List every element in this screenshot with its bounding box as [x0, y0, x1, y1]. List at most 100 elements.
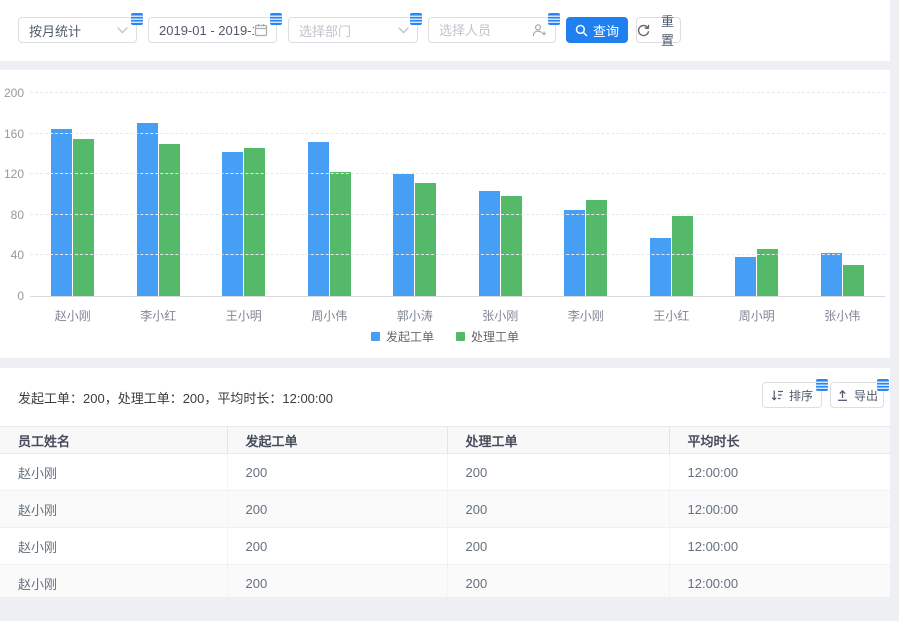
stat-type-select[interactable]: 按月统计	[18, 17, 137, 43]
bar-处理工单[interactable]	[159, 144, 180, 296]
bar-发起工单[interactable]	[51, 129, 72, 296]
table-cell: 200	[227, 528, 447, 565]
x-axis-label: 张小伟	[800, 307, 886, 324]
person-add-icon	[532, 23, 547, 37]
bar-处理工单[interactable]	[244, 148, 265, 296]
bar-发起工单[interactable]	[308, 142, 329, 296]
department-select[interactable]: 选择部门	[288, 17, 418, 43]
annotation-badge-icon	[270, 13, 282, 25]
annotation-badge-icon	[131, 13, 143, 25]
bar-group	[372, 94, 458, 296]
x-axis-label: 王小红	[629, 307, 715, 324]
chevron-down-icon	[398, 27, 409, 34]
calendar-icon	[254, 23, 268, 37]
legend-item[interactable]: 发起工单	[371, 328, 434, 345]
table-panel: 发起工单：200，处理工单：200，平均时长：12:00:00 排序 导出	[0, 368, 890, 597]
bar-处理工单[interactable]	[501, 196, 522, 296]
bar-group	[629, 94, 715, 296]
bar-发起工单[interactable]	[479, 191, 500, 296]
annotation-badge-icon	[877, 379, 889, 391]
table-cell: 200	[447, 565, 669, 598]
query-button-label: 查询	[593, 21, 619, 40]
gridline	[30, 92, 885, 93]
y-tick-label: 80	[11, 208, 24, 222]
gridline	[30, 173, 885, 174]
filter-toolbar: 按月统计 选择部门	[0, 0, 890, 61]
export-button[interactable]: 导出	[830, 382, 884, 408]
table-cell: 200	[227, 454, 447, 491]
table-cell: 赵小刚	[0, 565, 227, 598]
sort-button[interactable]: 排序	[762, 382, 822, 408]
annotation-badge-icon	[410, 13, 422, 25]
table-cell: 赵小刚	[0, 454, 227, 491]
sort-icon	[771, 389, 784, 402]
date-range-input[interactable]	[148, 17, 277, 43]
bar-处理工单[interactable]	[415, 183, 436, 296]
x-axis-label: 张小刚	[458, 307, 544, 324]
legend-swatch-icon	[456, 332, 465, 341]
person-field[interactable]	[439, 23, 532, 38]
bar-发起工单[interactable]	[137, 123, 158, 296]
y-tick-label: 0	[17, 289, 24, 303]
x-axis: 赵小刚李小红王小明周小伟郭小涛张小刚李小刚王小红周小明张小伟	[30, 307, 885, 324]
bar-发起工单[interactable]	[735, 257, 756, 296]
bar-group	[287, 94, 373, 296]
x-axis-label: 周小明	[714, 307, 800, 324]
annotation-badge-icon	[816, 379, 828, 391]
bar-处理工单[interactable]	[330, 172, 351, 296]
stats-table: 员工姓名发起工单处理工单平均时长 赵小刚20020012:00:00赵小刚200…	[0, 426, 890, 597]
bar-处理工单[interactable]	[843, 265, 864, 296]
column-header: 发起工单	[227, 427, 447, 454]
x-axis-label: 赵小刚	[30, 307, 116, 324]
column-header: 员工姓名	[0, 427, 227, 454]
x-axis-label: 李小刚	[543, 307, 629, 324]
y-axis: 04080120160200	[0, 94, 24, 297]
export-button-label: 导出	[854, 387, 878, 404]
bar-发起工单[interactable]	[650, 238, 671, 296]
bar-处理工单[interactable]	[73, 139, 94, 296]
y-tick-label: 160	[4, 127, 24, 141]
table-cell: 200	[227, 565, 447, 598]
department-placeholder: 选择部门	[299, 21, 351, 40]
date-range-value[interactable]	[159, 23, 254, 38]
y-tick-label: 40	[11, 248, 24, 262]
chevron-down-icon	[117, 27, 128, 34]
gridline	[30, 214, 885, 215]
table-row: 赵小刚20020012:00:00	[0, 454, 890, 491]
bar-group	[543, 94, 629, 296]
table-row: 赵小刚20020012:00:00	[0, 491, 890, 528]
bar-发起工单[interactable]	[564, 210, 585, 296]
table-cell: 200	[447, 491, 669, 528]
bar-处理工单[interactable]	[757, 249, 778, 296]
y-tick-label: 120	[4, 167, 24, 181]
bar-group	[201, 94, 287, 296]
table-cell: 赵小刚	[0, 491, 227, 528]
bar-group	[458, 94, 544, 296]
table-row: 赵小刚20020012:00:00	[0, 565, 890, 598]
table-cell: 200	[447, 528, 669, 565]
x-axis-label: 郭小涛	[372, 307, 458, 324]
bar-发起工单[interactable]	[821, 253, 842, 296]
table-cell: 12:00:00	[669, 565, 890, 598]
bar-处理工单[interactable]	[672, 216, 693, 296]
gridline	[30, 254, 885, 255]
export-icon	[836, 389, 849, 402]
table-cell: 200	[447, 454, 669, 491]
bar-group	[30, 94, 116, 296]
bar-group	[714, 94, 800, 296]
person-input[interactable]	[428, 17, 556, 43]
bars-row	[30, 94, 885, 296]
legend-label: 发起工单	[386, 328, 434, 345]
search-icon	[575, 24, 588, 37]
bar-group	[800, 94, 886, 296]
stat-type-value: 按月统计	[29, 21, 81, 40]
summary-text: 发起工单：200，处理工单：200，平均时长：12:00:00	[18, 388, 333, 407]
reset-button[interactable]: 重置	[636, 17, 681, 43]
legend-item[interactable]: 处理工单	[456, 328, 519, 345]
column-header: 处理工单	[447, 427, 669, 454]
bar-发起工单[interactable]	[393, 174, 414, 296]
gridline	[30, 133, 885, 134]
x-axis-label: 王小明	[201, 307, 287, 324]
query-button[interactable]: 查询	[566, 17, 628, 43]
reset-button-label: 重置	[655, 11, 680, 49]
